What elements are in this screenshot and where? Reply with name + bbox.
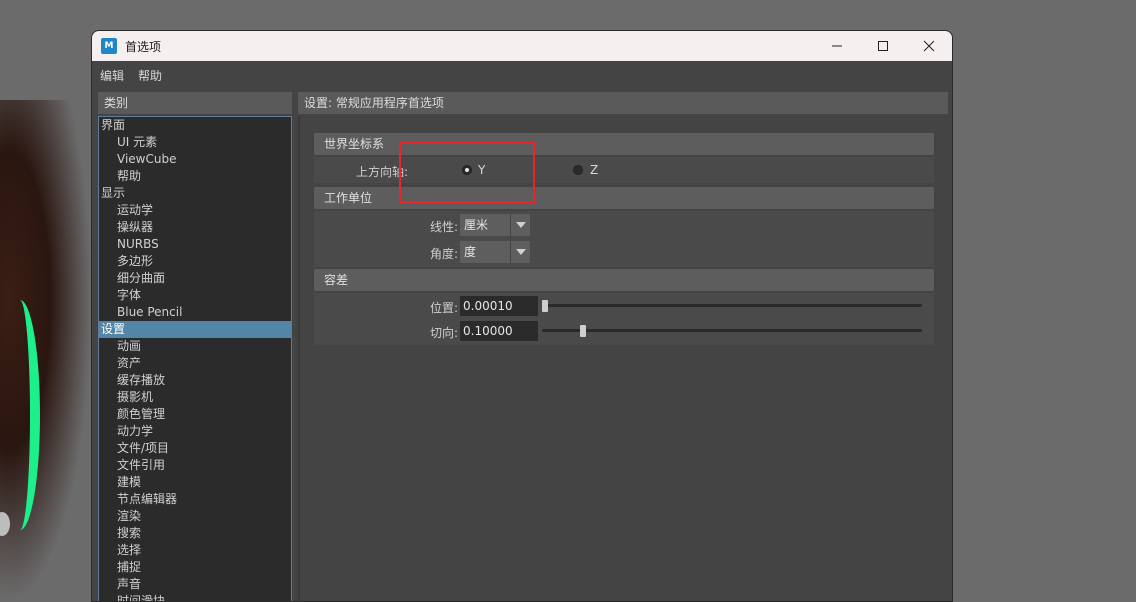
category-item[interactable]: 捕捉 — [99, 559, 291, 576]
category-item[interactable]: 时间滑块 — [99, 593, 291, 601]
category-item[interactable]: 运动学 — [99, 202, 291, 219]
tangent-slider-handle[interactable] — [580, 325, 586, 337]
position-label: 位置: — [429, 301, 458, 315]
menu-edit[interactable]: 编辑 — [100, 67, 124, 84]
linear-label: 线性: — [429, 220, 458, 234]
category-item[interactable]: 文件引用 — [99, 457, 291, 474]
window-controls — [814, 31, 952, 61]
window-title: 首选项 — [125, 39, 162, 54]
tolerance-section-body: 位置: 0.00010 切向: 0.10000 — [314, 293, 934, 345]
preferences-window: M 首选项 编辑 帮助 类别 界面 UI 元素 ViewCube 帮助 显示 运动学 操纵器… — [91, 30, 953, 602]
category-item[interactable]: 显示 — [99, 185, 291, 202]
linear-unit-value: 厘米 — [464, 218, 489, 232]
category-item[interactable]: 渲染 — [99, 508, 291, 525]
position-slider-track[interactable] — [542, 304, 922, 307]
category-item[interactable]: NURBS — [99, 236, 291, 253]
minimize-button[interactable] — [814, 31, 860, 61]
category-item[interactable]: 文件/项目 — [99, 440, 291, 457]
maya-app-icon: M — [101, 38, 117, 54]
tangent-slider-track[interactable] — [542, 329, 922, 332]
category-item[interactable]: 搜索 — [99, 525, 291, 542]
category-item[interactable]: 缓存播放 — [99, 372, 291, 389]
chevron-down-icon — [510, 214, 530, 236]
category-item[interactable]: 设置 — [99, 321, 291, 338]
title-bar[interactable]: M 首选项 — [92, 31, 952, 61]
units-section-body: 线性: 厘米 角度: 度 — [314, 211, 934, 267]
close-icon — [923, 40, 935, 52]
tolerance-section-header[interactable]: 容差 — [314, 269, 934, 291]
close-button[interactable] — [906, 31, 952, 61]
linear-unit-dropdown[interactable]: 厘米 — [460, 214, 530, 236]
category-item[interactable]: 多边形 — [99, 253, 291, 270]
category-item[interactable]: 摄影机 — [99, 389, 291, 406]
category-item[interactable]: Blue Pencil — [99, 304, 291, 321]
position-slider-handle[interactable] — [542, 300, 548, 312]
angular-unit-dropdown[interactable]: 度 — [460, 241, 530, 263]
category-item[interactable]: 声音 — [99, 576, 291, 593]
settings-header: 设置: 常规应用程序首选项 — [298, 92, 948, 114]
angular-label: 角度: — [429, 247, 458, 261]
angular-unit-value: 度 — [464, 245, 477, 259]
viewport-green-shape — [0, 300, 40, 530]
category-item[interactable]: 操纵器 — [99, 219, 291, 236]
position-tolerance-field[interactable]: 0.00010 — [460, 296, 538, 316]
chevron-down-icon — [510, 241, 530, 263]
tangent-label: 切向: — [429, 326, 458, 340]
category-item[interactable]: 细分曲面 — [99, 270, 291, 287]
category-item[interactable]: 字体 — [99, 287, 291, 304]
up-axis-label: 上方向轴: — [355, 165, 408, 179]
category-list[interactable]: 界面 UI 元素 ViewCube 帮助 显示 运动学 操纵器 NURBS 多边形 细分曲面 字体 B… — [98, 116, 292, 601]
category-item[interactable]: ViewCube — [99, 151, 291, 168]
category-item[interactable]: 动力学 — [99, 423, 291, 440]
category-item[interactable]: 颜色管理 — [99, 406, 291, 423]
category-item[interactable]: 资产 — [99, 355, 291, 372]
category-item[interactable]: 建模 — [99, 474, 291, 491]
annotation-highlight-box — [399, 142, 535, 203]
viewport-background — [0, 100, 92, 602]
maximize-icon — [878, 41, 888, 51]
tangent-tolerance-field[interactable]: 0.10000 — [460, 321, 538, 341]
settings-body: 世界坐标系 上方向轴: Y Z 工作单位 线性: 厘米 角度: 度 容差 位置: — [298, 116, 948, 601]
minimize-icon — [832, 45, 842, 47]
maximize-button[interactable] — [860, 31, 906, 61]
menu-bar: 编辑 帮助 — [92, 61, 952, 89]
up-axis-z-radio[interactable] — [573, 165, 583, 175]
menu-help[interactable]: 帮助 — [138, 67, 162, 84]
category-item[interactable]: UI 元素 — [99, 134, 291, 151]
category-header: 类别 — [98, 92, 292, 114]
category-item[interactable]: 选择 — [99, 542, 291, 559]
up-axis-z-label[interactable]: Z — [590, 163, 598, 177]
category-item[interactable]: 节点编辑器 — [99, 491, 291, 508]
category-item[interactable]: 帮助 — [99, 168, 291, 185]
category-item[interactable]: 界面 — [99, 117, 291, 134]
category-item[interactable]: 动画 — [99, 338, 291, 355]
